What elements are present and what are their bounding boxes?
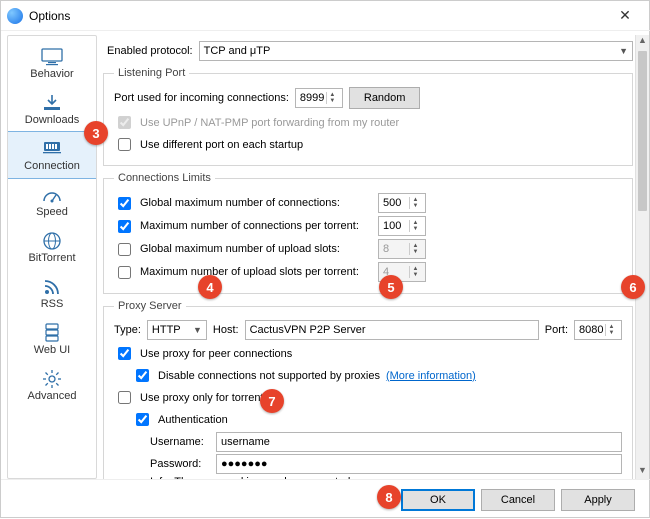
- connections-limits-group: Connections Limits Global maximum number…: [103, 172, 633, 294]
- password-info-text: Info: The password is saved unencrypted: [150, 476, 622, 479]
- sidebar-item-connection[interactable]: Connection: [7, 131, 97, 179]
- callout-6: 6: [621, 275, 645, 299]
- protocol-select[interactable]: TCP and μTP ▼: [199, 41, 633, 61]
- sidebar-item-advanced[interactable]: Advanced: [8, 362, 96, 408]
- app-icon: [7, 8, 23, 24]
- connections-limits-legend: Connections Limits: [114, 172, 215, 184]
- proxy-server-group: Proxy Server Type: HTTP ▼ Host: Port: 80…: [103, 300, 633, 479]
- gear-icon: [39, 368, 65, 390]
- global-max-conn-row[interactable]: Global maximum number of connections: 50…: [114, 193, 622, 213]
- username-input[interactable]: [216, 432, 622, 452]
- password-label: Password:: [150, 458, 210, 470]
- sidebar-item-label: RSS: [41, 298, 64, 310]
- upload-slots-per-torrent-row[interactable]: Maximum number of upload slots per torre…: [114, 262, 622, 282]
- sidebar: Behavior Downloads Connection Speed BitT…: [7, 35, 97, 479]
- different-port-checkbox[interactable]: Use different port on each startup: [114, 135, 622, 154]
- scroll-up-icon[interactable]: ▲: [636, 35, 649, 49]
- vertical-scrollbar[interactable]: ▲ ▼: [635, 35, 649, 479]
- sidebar-item-speed[interactable]: Speed: [8, 178, 96, 224]
- protocol-label: Enabled protocol:: [107, 45, 193, 57]
- connection-icon: [39, 138, 65, 160]
- titlebar: Options ✕: [1, 1, 650, 31]
- proxy-disable-unsupported-checkbox[interactable]: Disable connections not supported by pro…: [132, 366, 622, 385]
- sidebar-item-label: Advanced: [28, 390, 77, 402]
- proxy-port-input[interactable]: 8080 ▲▼: [574, 320, 622, 340]
- globe-icon: [39, 230, 65, 252]
- callout-5: 5: [379, 275, 403, 299]
- sidebar-item-label: BitTorrent: [28, 252, 75, 264]
- upnp-checkbox: Use UPnP / NAT-PMP port forwarding from …: [114, 113, 622, 132]
- callout-4: 4: [198, 275, 222, 299]
- sidebar-item-label: Behavior: [30, 68, 73, 80]
- sidebar-item-label: Web UI: [34, 344, 70, 356]
- incoming-port-input[interactable]: 8999 ▲▼: [295, 88, 343, 108]
- incoming-port-label: Port used for incoming connections:: [114, 92, 289, 104]
- sidebar-item-label: Speed: [36, 206, 68, 218]
- chevron-down-icon: ▼: [615, 46, 628, 56]
- global-upload-slots-row[interactable]: Global maximum number of upload slots: 8…: [114, 239, 622, 259]
- authentication-checkbox[interactable]: Authentication: [132, 410, 622, 429]
- listening-port-legend: Listening Port: [114, 67, 189, 79]
- sidebar-item-behavior[interactable]: Behavior: [8, 40, 96, 86]
- spinner-buttons[interactable]: ▲▼: [326, 92, 338, 104]
- random-port-button[interactable]: Random: [349, 87, 421, 109]
- listening-port-group: Listening Port Port used for incoming co…: [103, 67, 633, 166]
- sidebar-item-label: Connection: [24, 160, 80, 172]
- max-conn-per-torrent-input[interactable]: 100 ▲▼: [378, 216, 426, 236]
- callout-7: 7: [260, 389, 284, 413]
- apply-button[interactable]: Apply: [561, 489, 635, 511]
- proxy-type-label: Type:: [114, 324, 141, 336]
- password-input[interactable]: [216, 454, 622, 474]
- gauge-icon: [39, 184, 65, 206]
- monitor-icon: [39, 46, 65, 68]
- proxy-server-legend: Proxy Server: [114, 300, 186, 312]
- sidebar-item-webui[interactable]: Web UI: [8, 316, 96, 362]
- callout-8: 8: [377, 485, 401, 509]
- proxy-host-input[interactable]: [245, 320, 539, 340]
- callout-3: 3: [84, 121, 108, 145]
- more-information-link[interactable]: (More information): [386, 370, 476, 382]
- rss-icon: [39, 276, 65, 298]
- proxy-port-label: Port:: [545, 324, 568, 336]
- cancel-button[interactable]: Cancel: [481, 489, 555, 511]
- scrollbar-thumb[interactable]: [638, 51, 647, 211]
- download-icon: [39, 92, 65, 114]
- scroll-down-icon[interactable]: ▼: [636, 465, 649, 479]
- main-panel: Enabled protocol: TCP and μTP ▼ Listenin…: [103, 35, 649, 479]
- dialog-buttons: OK Cancel Apply: [1, 479, 650, 519]
- sidebar-item-bittorrent[interactable]: BitTorrent: [8, 224, 96, 270]
- window-title: Options: [29, 9, 605, 23]
- sidebar-item-label: Downloads: [25, 114, 79, 126]
- max-conn-per-torrent-row[interactable]: Maximum number of connections per torren…: [114, 216, 622, 236]
- protocol-value: TCP and μTP: [204, 45, 615, 57]
- global-max-conn-input[interactable]: 500 ▲▼: [378, 193, 426, 213]
- sidebar-item-rss[interactable]: RSS: [8, 270, 96, 316]
- sidebar-item-downloads[interactable]: Downloads: [8, 86, 96, 132]
- username-label: Username:: [150, 436, 210, 448]
- chevron-down-icon: ▼: [189, 325, 202, 335]
- ok-button[interactable]: OK: [401, 489, 475, 511]
- close-icon[interactable]: ✕: [605, 7, 645, 24]
- proxy-host-label: Host:: [213, 324, 239, 336]
- server-icon: [39, 322, 65, 344]
- proxy-type-select[interactable]: HTTP ▼: [147, 320, 207, 340]
- proxy-peer-checkbox[interactable]: Use proxy for peer connections: [114, 344, 622, 363]
- proxy-only-torrents-checkbox[interactable]: Use proxy only for torrents: [114, 388, 622, 407]
- global-upload-slots-input: 8 ▲▼: [378, 239, 426, 259]
